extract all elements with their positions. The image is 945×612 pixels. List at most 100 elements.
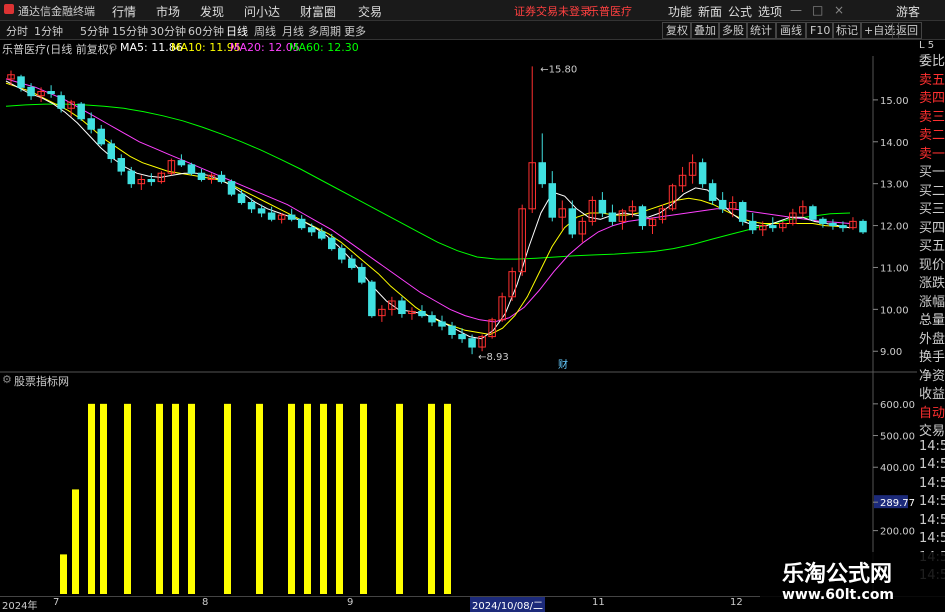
side-panel-item: 换手 <box>919 350 945 365</box>
indicator-bar <box>188 403 195 594</box>
candle-body <box>187 164 196 174</box>
f10-button[interactable]: F10 <box>806 22 835 39</box>
side-panel-item: 买三 <box>919 202 945 217</box>
candle-body <box>127 170 136 185</box>
period-monthly[interactable]: 月线 <box>282 23 304 39</box>
side-panel-item: 卖一 <box>919 146 945 162</box>
candle-body <box>829 222 837 227</box>
indicator-gear-icon[interactable]: ⚙ <box>2 373 12 386</box>
candle-body <box>748 220 757 231</box>
candle-body <box>87 118 95 130</box>
side-panel-item: 净资 <box>919 368 945 384</box>
menu-trade[interactable]: 交易 <box>358 3 382 20</box>
price-tick-label: 10.00 <box>880 305 909 316</box>
multi-stock-button[interactable]: 多股 <box>718 22 748 39</box>
menu-options[interactable]: 选项 <box>758 3 782 20</box>
candle-body <box>448 325 456 335</box>
indicator-bar <box>172 403 179 594</box>
side-panel-item[interactable]: 14:5 <box>919 476 945 491</box>
menu-quotes[interactable]: 行情 <box>112 3 136 20</box>
stock-title: 乐普医疗(日线 前复权) <box>2 43 114 56</box>
menu-formula[interactable]: 公式 <box>728 3 752 20</box>
side-panel-item[interactable]: 交易 <box>919 420 945 439</box>
candle-body <box>438 321 446 327</box>
side-panel-item: 买四 <box>919 220 945 236</box>
side-panel-item: 收益 <box>919 387 945 402</box>
period-multi[interactable]: 多周期 <box>308 23 341 39</box>
side-panel-item: 委比 <box>919 54 945 69</box>
menu-new-page[interactable]: 新面 <box>698 3 722 20</box>
minimize-icon[interactable]: — <box>790 3 802 17</box>
side-panel-item: 涨跌 <box>919 276 945 291</box>
draw-line-button[interactable]: 画线 <box>776 22 806 39</box>
candle-body <box>117 158 126 172</box>
indicator-title-bar: ⚙ 股票指标网 <box>0 373 915 388</box>
chart-area[interactable]: 15.00 14.00 13.00 12.00 11.00 10.00 9.00 600.0… <box>0 56 917 596</box>
indicator-tick-label: 500.00 <box>880 432 915 443</box>
side-panel-item[interactable]: 14:5 <box>919 494 945 509</box>
period-more[interactable]: 更多 <box>344 23 366 39</box>
side-panel-item[interactable]: 14:5 <box>919 531 945 546</box>
back-button[interactable]: 返回 <box>892 22 922 39</box>
menu-function[interactable]: 功能 <box>668 3 692 20</box>
period-weekly[interactable]: 周线 <box>254 23 276 39</box>
side-panel-item: 涨幅 <box>919 294 945 310</box>
indicator-bar <box>100 403 107 594</box>
watermark-title: 乐淘公式网 <box>782 562 893 587</box>
date-month-7: 7 <box>53 597 60 608</box>
date-month-11: 11 <box>592 597 605 608</box>
ma60-label: MA60: 12.30 <box>289 41 359 54</box>
candle-body <box>819 218 827 224</box>
period-15min[interactable]: 15分钟 <box>112 23 148 39</box>
date-cursor-highlight: 2024/10/08/二 <box>470 597 546 612</box>
candle-body <box>57 95 65 109</box>
side-panel-item: 卖四 <box>919 91 945 106</box>
menu-discover[interactable]: 发现 <box>200 3 224 20</box>
period-daily[interactable]: 日线 <box>226 23 248 39</box>
stats-button[interactable]: 统计 <box>746 22 776 39</box>
candle-body <box>227 181 236 195</box>
side-panel-item[interactable]: 14:5 <box>919 513 945 528</box>
indicator-bar <box>396 403 403 594</box>
menu-ask[interactable]: 问小达 <box>244 3 280 20</box>
candle-body <box>107 143 116 160</box>
period-1min[interactable]: 1分钟 <box>34 23 63 39</box>
candle-body <box>769 225 777 229</box>
period-30min[interactable]: 30分钟 <box>150 23 186 39</box>
indicator-bar <box>428 403 435 594</box>
indicator-tick-label: 400.00 <box>880 463 915 474</box>
side-panel-item[interactable]: 14:5 <box>919 439 945 454</box>
side-panel-item[interactable]: 自动 <box>919 402 945 421</box>
indicator-bar <box>224 403 231 594</box>
menu-wealth[interactable]: 财富圈 <box>300 3 336 20</box>
candle-body <box>338 248 346 260</box>
candle-body <box>147 178 156 183</box>
period-60min[interactable]: 60分钟 <box>188 23 224 39</box>
side-panel-item: 现价 <box>919 257 945 273</box>
app-logo-icon <box>4 4 14 14</box>
indicator-bar <box>72 489 79 594</box>
close-icon[interactable]: × <box>834 3 844 17</box>
menu-market[interactable]: 市场 <box>156 3 180 20</box>
price-tick-label: 13.00 <box>880 180 909 191</box>
indicator-bar <box>288 403 295 594</box>
overlay-button[interactable]: 叠加 <box>690 22 720 39</box>
candle-body <box>458 333 466 340</box>
indicator-bar <box>304 403 311 594</box>
settings-gear-icon[interactable]: ⚙ <box>108 41 118 54</box>
high-price-annotation: ←15.80 <box>540 64 577 75</box>
mark-button[interactable]: 标记 <box>832 22 862 39</box>
side-panel-item[interactable]: 14:5 <box>919 457 945 472</box>
indicator-bar <box>320 403 327 594</box>
period-intraday[interactable]: 分时 <box>6 23 28 39</box>
candle-body <box>548 183 557 218</box>
date-year-label: 2024年 <box>2 601 38 612</box>
adjust-button[interactable]: 复权 <box>662 22 692 39</box>
candle-body <box>197 172 206 180</box>
candle-body <box>177 160 186 166</box>
period-5min[interactable]: 5分钟 <box>80 23 109 39</box>
guest-label[interactable]: 游客 <box>896 3 920 20</box>
restore-icon[interactable]: □ <box>812 3 823 17</box>
indicator-bar <box>360 403 367 594</box>
login-status[interactable]: 证券交易未登录 <box>514 3 591 19</box>
